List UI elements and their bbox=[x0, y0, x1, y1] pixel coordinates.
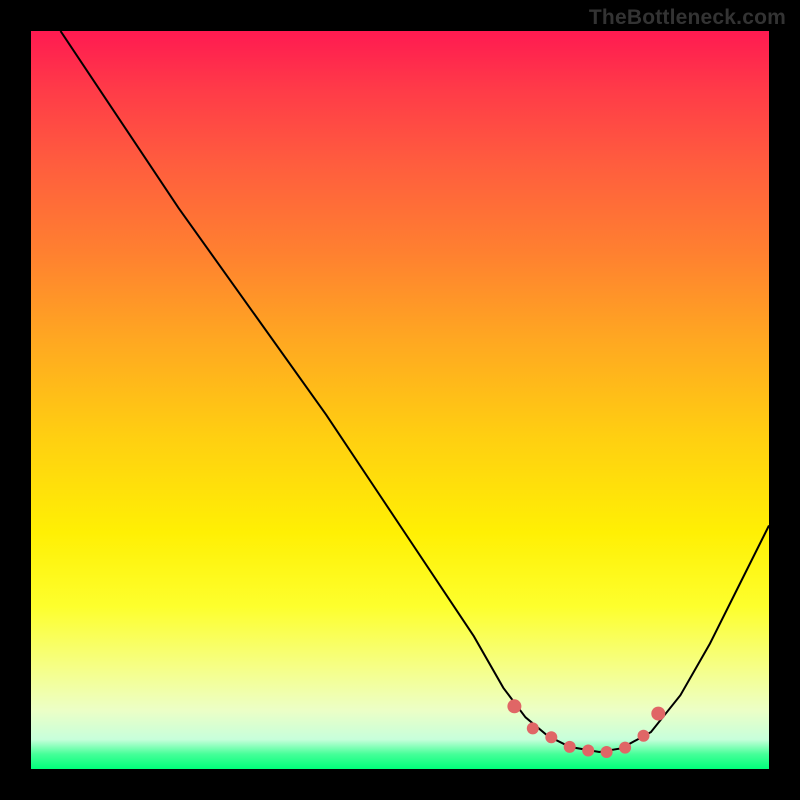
marker-dot bbox=[651, 707, 665, 721]
watermark-text: TheBottleneck.com bbox=[589, 6, 786, 30]
marker-dot bbox=[601, 746, 613, 758]
minimum-markers bbox=[31, 31, 769, 769]
marker-dot bbox=[638, 730, 650, 742]
marker-dot bbox=[582, 745, 594, 757]
bottleneck-curve bbox=[31, 31, 769, 769]
marker-dot bbox=[507, 699, 521, 713]
marker-dot bbox=[545, 731, 557, 743]
chart-plot-area bbox=[31, 31, 769, 769]
marker-dot bbox=[527, 722, 539, 734]
marker-dot bbox=[619, 742, 631, 754]
marker-dot bbox=[564, 741, 576, 753]
